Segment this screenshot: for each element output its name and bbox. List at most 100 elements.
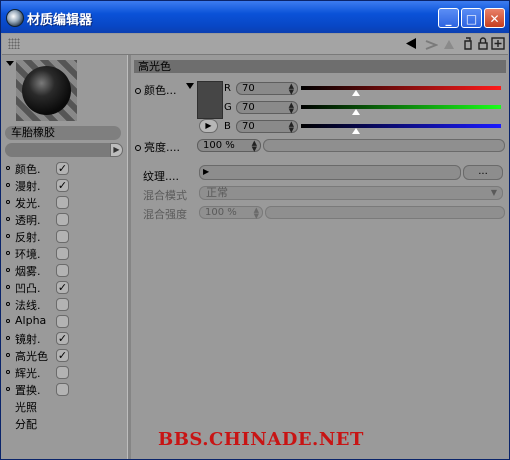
- channel-dot-icon: [6, 217, 10, 221]
- brightness-value: 100 %: [203, 140, 235, 151]
- channel-item[interactable]: 法线.: [6, 296, 124, 313]
- channel-item[interactable]: 辉光.: [6, 364, 124, 381]
- channel-checkbox[interactable]: ✓: [56, 281, 69, 294]
- g-value: 70: [242, 102, 255, 113]
- blend-strength-slider[interactable]: [265, 206, 505, 219]
- channel-checkbox[interactable]: ✓: [56, 349, 69, 362]
- channel-label: 镜射.: [15, 333, 41, 346]
- channel-label: 漫射.: [15, 180, 41, 193]
- close-button[interactable]: ✕: [484, 8, 505, 28]
- channel-item[interactable]: 漫射. ✓: [6, 177, 124, 194]
- material-name-field[interactable]: 车胎橡胶: [5, 126, 121, 140]
- texture-browse-button[interactable]: ...: [463, 165, 503, 180]
- channel-item[interactable]: 置换.: [6, 381, 124, 398]
- blend-strength-label: 混合强度: [143, 208, 187, 221]
- app-icon: [6, 9, 24, 27]
- g-value-field[interactable]: 70 ▲ ▼: [236, 101, 298, 115]
- channel-checkbox[interactable]: [56, 315, 69, 328]
- channel-item[interactable]: 发光.: [6, 194, 124, 211]
- blend-mode-value: 正常: [206, 186, 228, 199]
- title-bar[interactable]: 材质编辑器 _ □ ✕: [1, 1, 509, 33]
- channel-item[interactable]: 凹凸. ✓: [6, 279, 124, 296]
- channel-label: 置换.: [15, 384, 41, 397]
- channel-dot-icon: [6, 234, 10, 238]
- b-value-field[interactable]: 70 ▲ ▼: [236, 120, 298, 134]
- up-arrow-icon[interactable]: [442, 37, 456, 50]
- channel-checkbox[interactable]: [56, 247, 69, 260]
- blend-strength-value: 100 %: [205, 207, 237, 218]
- channel-label: 反射.: [15, 231, 41, 244]
- grip-icon[interactable]: [8, 38, 20, 49]
- r-slider-handle[interactable]: [352, 90, 360, 96]
- pin-icon[interactable]: [461, 37, 475, 50]
- channel-item[interactable]: 镜射. ✓: [6, 330, 124, 347]
- channel-dot-icon: [6, 200, 10, 204]
- forward-arrow-icon[interactable]: [424, 37, 438, 50]
- lock-icon[interactable]: [476, 37, 490, 50]
- channel-checkbox[interactable]: [56, 366, 69, 379]
- brightness-slider[interactable]: [263, 139, 505, 152]
- channel-checkbox[interactable]: ✓: [56, 179, 69, 192]
- g-gradient-slider[interactable]: [301, 105, 501, 109]
- window-title: 材质编辑器: [27, 13, 93, 28]
- channel-item[interactable]: 高光色 ✓: [6, 347, 124, 364]
- channel-item[interactable]: 环境.: [6, 245, 124, 262]
- texture-label: 纹理....: [143, 170, 179, 183]
- channel-dot-icon: [6, 183, 10, 187]
- b-slider-handle[interactable]: [352, 128, 360, 134]
- preview-size-arrow-button[interactable]: ▶: [110, 143, 123, 157]
- color-mode-arrow-icon[interactable]: [186, 83, 194, 89]
- blend-mode-select[interactable]: 正常 ▼: [199, 186, 503, 200]
- brightness-label: 亮度....: [135, 139, 180, 155]
- channel-label: 烟雾.: [15, 265, 41, 278]
- channel-item[interactable]: 颜色. ✓: [6, 160, 124, 177]
- material-preview[interactable]: [16, 60, 77, 121]
- preview-sphere: [22, 66, 71, 115]
- channel-item[interactable]: 分配: [6, 415, 124, 432]
- minimize-button[interactable]: _: [438, 8, 459, 28]
- channel-sidebar: 车胎橡胶 ▶ 颜色. ✓ 漫射. ✓ 发光. 透明. 反射. 环境. 烟雾. 凹凸. ✓ 法线. Alp…: [2, 55, 127, 459]
- back-arrow-icon[interactable]: [404, 37, 418, 50]
- channel-dot-icon: [6, 370, 10, 374]
- texture-field[interactable]: ▶: [199, 165, 461, 180]
- channel-checkbox[interactable]: [56, 196, 69, 209]
- r-label: R: [224, 83, 231, 94]
- panel-header: 高光色: [134, 60, 506, 73]
- channel-item[interactable]: 烟雾.: [6, 262, 124, 279]
- maximize-button[interactable]: □: [461, 8, 482, 28]
- blend-mode-label: 混合模式: [143, 189, 187, 202]
- color-label: 颜色...: [135, 82, 177, 98]
- color-swatch[interactable]: [197, 81, 223, 119]
- channel-item[interactable]: 反射.: [6, 228, 124, 245]
- channel-checkbox[interactable]: [56, 213, 69, 226]
- channel-settings-panel: 高光色 颜色... ▶ R 70 ▲ ▼ G 70 ▲ ▼ B 70 ▲ ▼ 亮度.... …: [131, 55, 509, 459]
- channel-dot-icon: [6, 268, 10, 272]
- brightness-field[interactable]: 100 % ▲ ▼: [197, 139, 261, 153]
- color-picker-arrow-button[interactable]: ▶: [199, 119, 218, 133]
- channel-dot-icon: [6, 353, 10, 357]
- blend-strength-field[interactable]: 100 % ▲ ▼: [199, 206, 263, 220]
- channel-label: 辉光.: [15, 367, 41, 380]
- b-gradient-slider[interactable]: [301, 124, 501, 128]
- channel-checkbox[interactable]: ✓: [56, 332, 69, 345]
- channel-item[interactable]: Alpha: [6, 313, 124, 330]
- channel-checkbox[interactable]: [56, 230, 69, 243]
- channel-label: 环境.: [15, 248, 41, 261]
- channel-checkbox[interactable]: [56, 264, 69, 277]
- g-slider-handle[interactable]: [352, 109, 360, 115]
- watermark: BBS.CHINADE.NET: [158, 429, 364, 450]
- new-window-icon[interactable]: [491, 37, 505, 50]
- channel-checkbox[interactable]: [56, 298, 69, 311]
- b-label: B: [224, 121, 231, 132]
- channel-item[interactable]: 光照: [6, 398, 124, 415]
- channel-checkbox[interactable]: ✓: [56, 162, 69, 175]
- channel-dot-icon: [6, 387, 10, 391]
- r-gradient-slider[interactable]: [301, 86, 501, 90]
- channel-label: 分配: [15, 418, 37, 431]
- r-value-field[interactable]: 70 ▲ ▼: [236, 82, 298, 96]
- channel-item[interactable]: 透明.: [6, 211, 124, 228]
- preview-size-slider[interactable]: [5, 143, 111, 157]
- toolbar: [2, 34, 508, 55]
- preview-menu-arrow-icon[interactable]: [6, 61, 14, 66]
- channel-checkbox[interactable]: [56, 383, 69, 396]
